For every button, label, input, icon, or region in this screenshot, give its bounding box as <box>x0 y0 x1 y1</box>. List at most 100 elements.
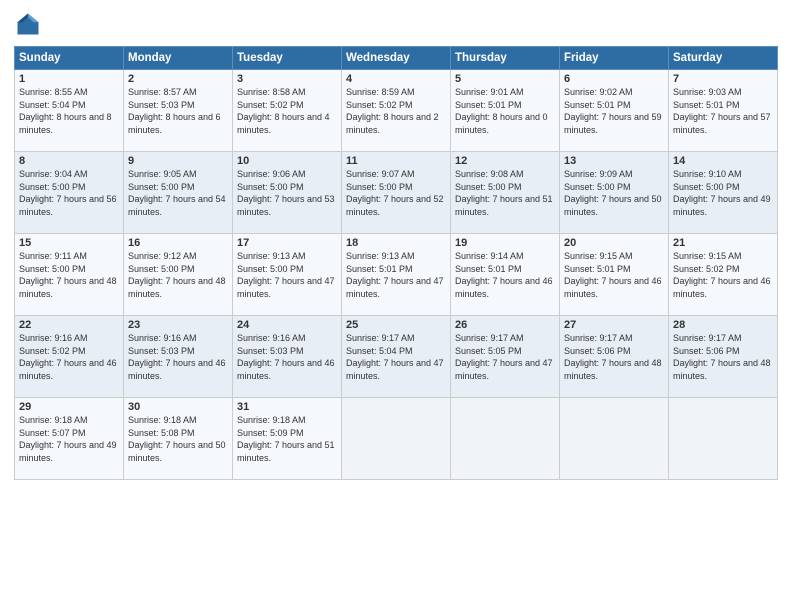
day-number: 17 <box>237 237 337 249</box>
calendar-header-row: SundayMondayTuesdayWednesdayThursdayFrid… <box>15 47 778 70</box>
day-number: 25 <box>346 319 446 331</box>
day-number: 15 <box>19 237 119 249</box>
day-number: 22 <box>19 319 119 331</box>
calendar-cell: 18Sunrise: 9:13 AMSunset: 5:01 PMDayligh… <box>342 234 451 316</box>
weekday-header-thursday: Thursday <box>451 47 560 70</box>
calendar-cell: 26Sunrise: 9:17 AMSunset: 5:05 PMDayligh… <box>451 316 560 398</box>
day-number: 2 <box>128 73 228 85</box>
calendar-week-2: 8Sunrise: 9:04 AMSunset: 5:00 PMDaylight… <box>15 152 778 234</box>
calendar-week-4: 22Sunrise: 9:16 AMSunset: 5:02 PMDayligh… <box>15 316 778 398</box>
day-info: Sunrise: 9:13 AMSunset: 5:01 PMDaylight:… <box>346 250 446 300</box>
calendar-cell: 13Sunrise: 9:09 AMSunset: 5:00 PMDayligh… <box>560 152 669 234</box>
calendar-cell: 19Sunrise: 9:14 AMSunset: 5:01 PMDayligh… <box>451 234 560 316</box>
calendar-cell: 11Sunrise: 9:07 AMSunset: 5:00 PMDayligh… <box>342 152 451 234</box>
calendar-cell: 3Sunrise: 8:58 AMSunset: 5:02 PMDaylight… <box>233 70 342 152</box>
day-info: Sunrise: 9:14 AMSunset: 5:01 PMDaylight:… <box>455 250 555 300</box>
calendar-cell: 14Sunrise: 9:10 AMSunset: 5:00 PMDayligh… <box>669 152 778 234</box>
day-number: 1 <box>19 73 119 85</box>
calendar-cell: 17Sunrise: 9:13 AMSunset: 5:00 PMDayligh… <box>233 234 342 316</box>
day-info: Sunrise: 9:04 AMSunset: 5:00 PMDaylight:… <box>19 168 119 218</box>
day-info: Sunrise: 8:57 AMSunset: 5:03 PMDaylight:… <box>128 86 228 136</box>
calendar-week-3: 15Sunrise: 9:11 AMSunset: 5:00 PMDayligh… <box>15 234 778 316</box>
day-info: Sunrise: 8:55 AMSunset: 5:04 PMDaylight:… <box>19 86 119 136</box>
day-info: Sunrise: 9:11 AMSunset: 5:00 PMDaylight:… <box>19 250 119 300</box>
header <box>14 10 778 38</box>
calendar-cell: 10Sunrise: 9:06 AMSunset: 5:00 PMDayligh… <box>233 152 342 234</box>
day-number: 4 <box>346 73 446 85</box>
day-number: 8 <box>19 155 119 167</box>
calendar-cell: 5Sunrise: 9:01 AMSunset: 5:01 PMDaylight… <box>451 70 560 152</box>
calendar-cell: 28Sunrise: 9:17 AMSunset: 5:06 PMDayligh… <box>669 316 778 398</box>
weekday-header-tuesday: Tuesday <box>233 47 342 70</box>
calendar-week-1: 1Sunrise: 8:55 AMSunset: 5:04 PMDaylight… <box>15 70 778 152</box>
day-info: Sunrise: 9:18 AMSunset: 5:07 PMDaylight:… <box>19 414 119 464</box>
calendar-cell: 2Sunrise: 8:57 AMSunset: 5:03 PMDaylight… <box>124 70 233 152</box>
weekday-header-sunday: Sunday <box>15 47 124 70</box>
weekday-header-friday: Friday <box>560 47 669 70</box>
day-info: Sunrise: 9:07 AMSunset: 5:00 PMDaylight:… <box>346 168 446 218</box>
day-number: 26 <box>455 319 555 331</box>
weekday-header-monday: Monday <box>124 47 233 70</box>
weekday-header-saturday: Saturday <box>669 47 778 70</box>
day-number: 16 <box>128 237 228 249</box>
calendar-cell: 8Sunrise: 9:04 AMSunset: 5:00 PMDaylight… <box>15 152 124 234</box>
day-info: Sunrise: 9:18 AMSunset: 5:09 PMDaylight:… <box>237 414 337 464</box>
day-info: Sunrise: 9:05 AMSunset: 5:00 PMDaylight:… <box>128 168 228 218</box>
day-number: 12 <box>455 155 555 167</box>
day-number: 21 <box>673 237 773 249</box>
calendar-cell: 7Sunrise: 9:03 AMSunset: 5:01 PMDaylight… <box>669 70 778 152</box>
day-info: Sunrise: 8:58 AMSunset: 5:02 PMDaylight:… <box>237 86 337 136</box>
calendar-cell: 29Sunrise: 9:18 AMSunset: 5:07 PMDayligh… <box>15 398 124 480</box>
day-number: 3 <box>237 73 337 85</box>
calendar-cell: 31Sunrise: 9:18 AMSunset: 5:09 PMDayligh… <box>233 398 342 480</box>
day-number: 6 <box>564 73 664 85</box>
day-info: Sunrise: 8:59 AMSunset: 5:02 PMDaylight:… <box>346 86 446 136</box>
calendar-table: SundayMondayTuesdayWednesdayThursdayFrid… <box>14 46 778 480</box>
day-number: 20 <box>564 237 664 249</box>
day-number: 27 <box>564 319 664 331</box>
logo <box>14 10 46 38</box>
day-info: Sunrise: 9:18 AMSunset: 5:08 PMDaylight:… <box>128 414 228 464</box>
day-number: 7 <box>673 73 773 85</box>
calendar-cell: 22Sunrise: 9:16 AMSunset: 5:02 PMDayligh… <box>15 316 124 398</box>
calendar-cell: 30Sunrise: 9:18 AMSunset: 5:08 PMDayligh… <box>124 398 233 480</box>
weekday-header-wednesday: Wednesday <box>342 47 451 70</box>
calendar-cell: 23Sunrise: 9:16 AMSunset: 5:03 PMDayligh… <box>124 316 233 398</box>
day-number: 24 <box>237 319 337 331</box>
calendar-cell: 15Sunrise: 9:11 AMSunset: 5:00 PMDayligh… <box>15 234 124 316</box>
main-container: SundayMondayTuesdayWednesdayThursdayFrid… <box>0 0 792 612</box>
day-number: 23 <box>128 319 228 331</box>
day-info: Sunrise: 9:15 AMSunset: 5:01 PMDaylight:… <box>564 250 664 300</box>
day-info: Sunrise: 9:15 AMSunset: 5:02 PMDaylight:… <box>673 250 773 300</box>
day-info: Sunrise: 9:16 AMSunset: 5:02 PMDaylight:… <box>19 332 119 382</box>
day-info: Sunrise: 9:13 AMSunset: 5:00 PMDaylight:… <box>237 250 337 300</box>
calendar-cell: 6Sunrise: 9:02 AMSunset: 5:01 PMDaylight… <box>560 70 669 152</box>
day-number: 13 <box>564 155 664 167</box>
day-info: Sunrise: 9:10 AMSunset: 5:00 PMDaylight:… <box>673 168 773 218</box>
day-number: 5 <box>455 73 555 85</box>
day-number: 11 <box>346 155 446 167</box>
day-info: Sunrise: 9:17 AMSunset: 5:06 PMDaylight:… <box>564 332 664 382</box>
day-number: 28 <box>673 319 773 331</box>
day-info: Sunrise: 9:08 AMSunset: 5:00 PMDaylight:… <box>455 168 555 218</box>
day-info: Sunrise: 9:03 AMSunset: 5:01 PMDaylight:… <box>673 86 773 136</box>
logo-icon <box>14 10 42 38</box>
day-info: Sunrise: 9:01 AMSunset: 5:01 PMDaylight:… <box>455 86 555 136</box>
calendar-cell <box>451 398 560 480</box>
calendar-cell: 27Sunrise: 9:17 AMSunset: 5:06 PMDayligh… <box>560 316 669 398</box>
calendar-cell <box>560 398 669 480</box>
calendar-cell: 20Sunrise: 9:15 AMSunset: 5:01 PMDayligh… <box>560 234 669 316</box>
day-info: Sunrise: 9:16 AMSunset: 5:03 PMDaylight:… <box>237 332 337 382</box>
day-info: Sunrise: 9:17 AMSunset: 5:06 PMDaylight:… <box>673 332 773 382</box>
day-info: Sunrise: 9:12 AMSunset: 5:00 PMDaylight:… <box>128 250 228 300</box>
day-info: Sunrise: 9:06 AMSunset: 5:00 PMDaylight:… <box>237 168 337 218</box>
day-number: 10 <box>237 155 337 167</box>
calendar-cell: 9Sunrise: 9:05 AMSunset: 5:00 PMDaylight… <box>124 152 233 234</box>
day-number: 29 <box>19 401 119 413</box>
day-number: 30 <box>128 401 228 413</box>
day-number: 18 <box>346 237 446 249</box>
calendar-week-5: 29Sunrise: 9:18 AMSunset: 5:07 PMDayligh… <box>15 398 778 480</box>
day-info: Sunrise: 9:09 AMSunset: 5:00 PMDaylight:… <box>564 168 664 218</box>
day-number: 31 <box>237 401 337 413</box>
day-info: Sunrise: 9:16 AMSunset: 5:03 PMDaylight:… <box>128 332 228 382</box>
